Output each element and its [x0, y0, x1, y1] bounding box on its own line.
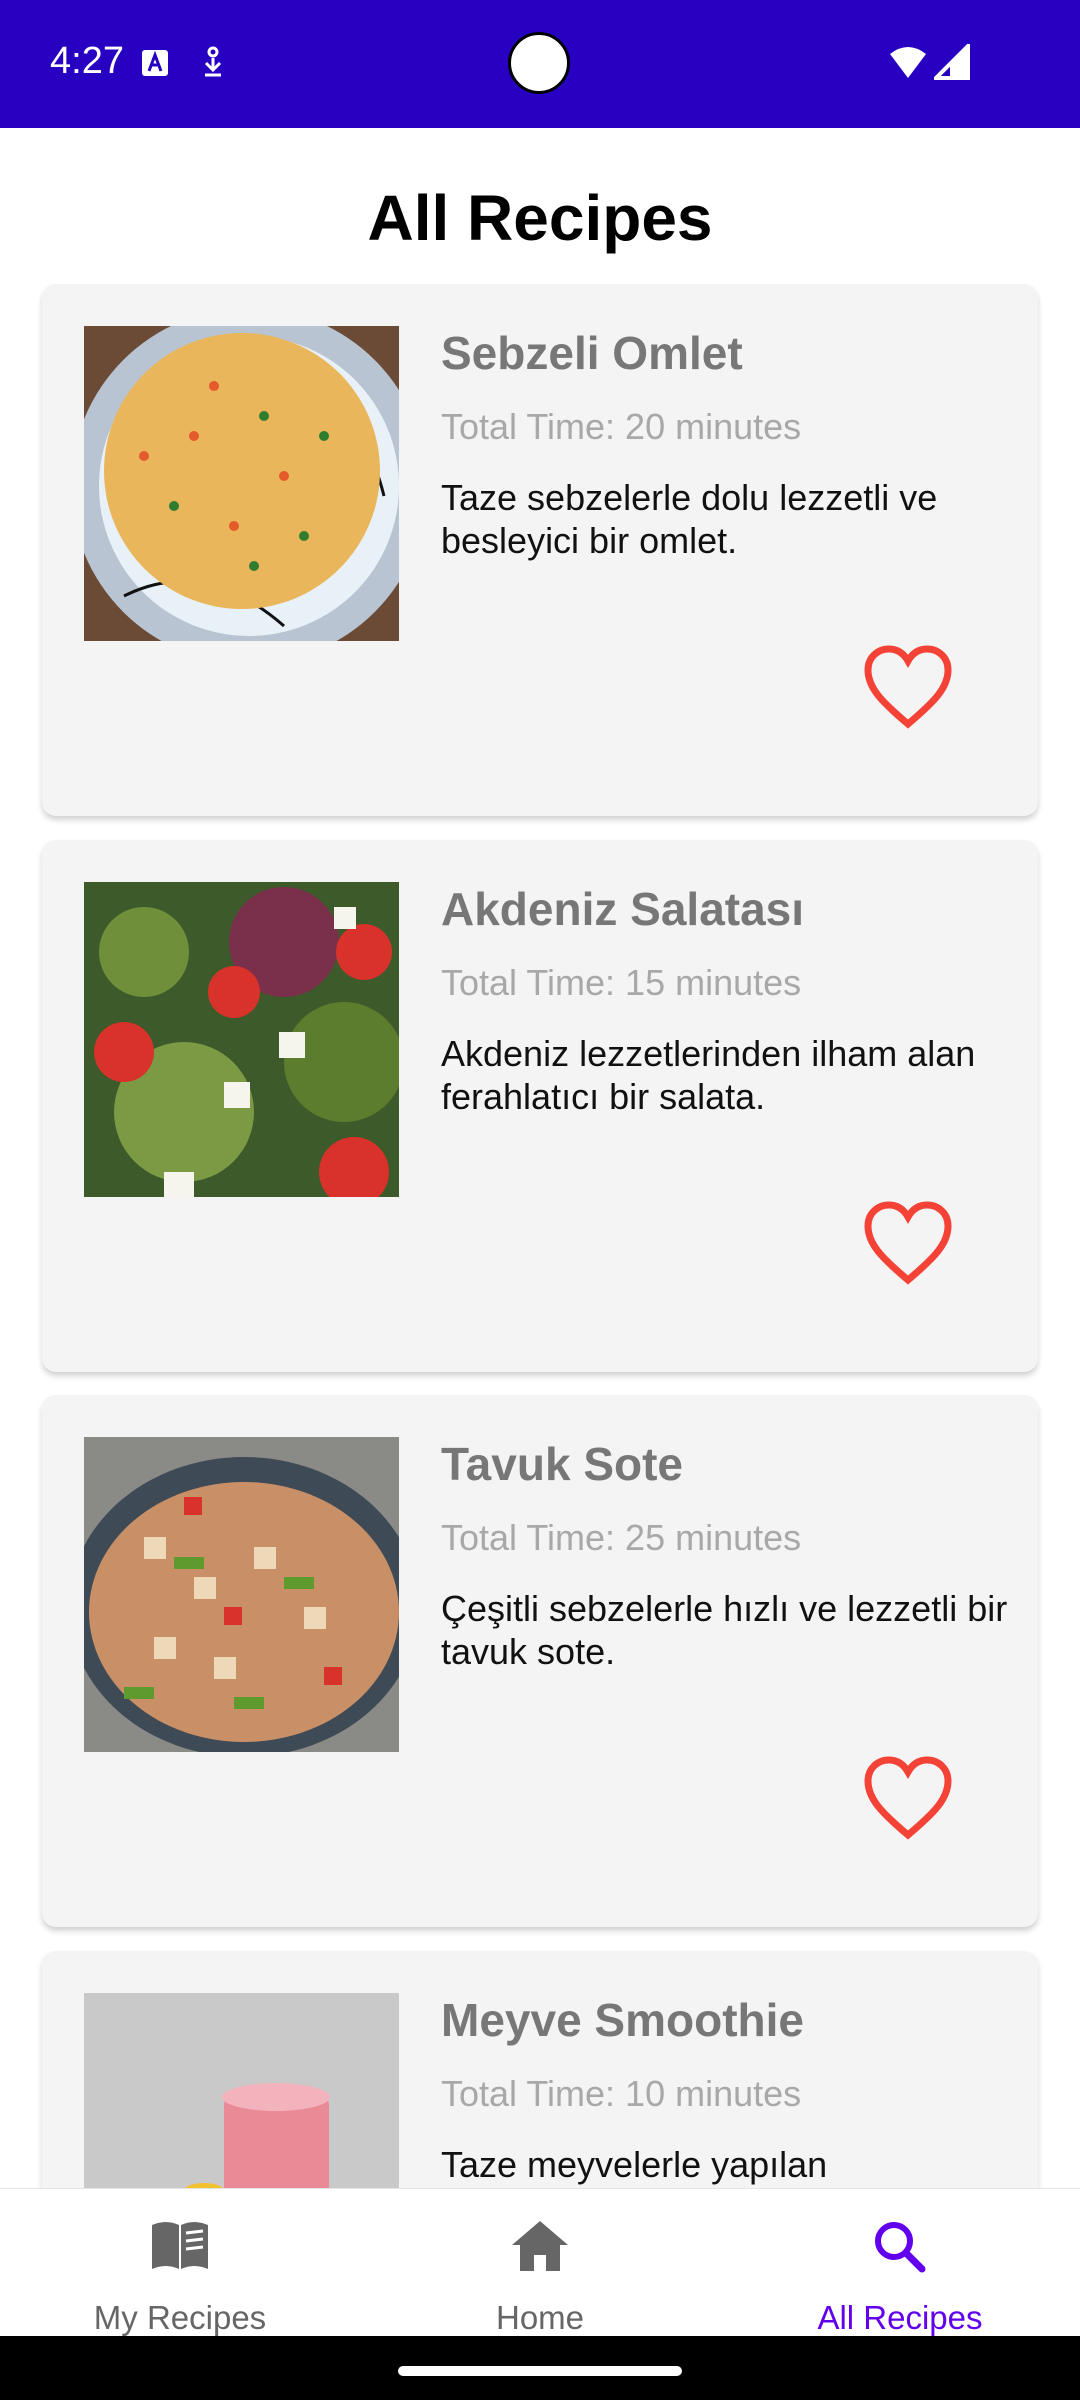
heart-icon[interactable]: [862, 1200, 954, 1286]
nav-home[interactable]: Home: [360, 2189, 720, 2337]
recipe-time: Total Time: 20 minutes: [441, 406, 802, 447]
camera-cutout: [508, 32, 570, 94]
recipe-time: Total Time: 15 minutes: [441, 962, 802, 1003]
recipe-title: Sebzeli Omlet: [441, 327, 743, 379]
recipe-card[interactable]: Sebzeli Omlet Total Time: 20 minutes Taz…: [42, 284, 1038, 816]
recipe-card[interactable]: Meyve Smoothie Total Time: 10 minutes Ta…: [42, 1951, 1038, 2188]
page-title: All Recipes: [367, 182, 713, 254]
recipe-image: [84, 1993, 399, 2188]
recipe-time: Total Time: 10 minutes: [441, 2073, 802, 2114]
recipe-description: Taze meyvelerle yapılan: [441, 2144, 828, 2185]
search-icon: [875, 2222, 926, 2273]
wifi-icon: [890, 47, 926, 78]
signal-icon: [934, 44, 970, 80]
nav-label: My Recipes: [93, 2299, 267, 2336]
heart-icon[interactable]: [862, 1755, 954, 1841]
nav-label: Home: [495, 2299, 585, 2336]
bottom-navigation: My Recipes Home All Recipes: [0, 2188, 1080, 2337]
nav-my-recipes[interactable]: My Recipes: [0, 2189, 360, 2337]
nav-all-recipes[interactable]: All Recipes: [720, 2189, 1080, 2337]
book-icon: [152, 2222, 208, 2269]
recipe-card[interactable]: Akdeniz Salatası Total Time: 15 minutes …: [42, 840, 1038, 1372]
recipe-card[interactable]: Tavuk Sote Total Time: 25 minutes Çeşitl…: [42, 1395, 1038, 1927]
home-icon: [512, 2221, 568, 2271]
recipe-description: Taze sebzelerle dolu lezzetli ve besleyi…: [441, 477, 938, 561]
recipe-description: Akdeniz lezzetlerinden ilham alan ferahl…: [441, 1033, 976, 1117]
recipe-list[interactable]: Sebzeli Omlet Total Time: 20 minutes Taz…: [0, 284, 1080, 2188]
download-notification-icon: [204, 46, 222, 77]
recipe-image: [84, 882, 399, 1197]
status-bar: 4:27: [0, 0, 1080, 128]
gesture-bar: [0, 2336, 1080, 2400]
recipe-time: Total Time: 25 minutes: [441, 1517, 802, 1558]
status-time: 4:27: [50, 40, 124, 82]
recipe-title: Meyve Smoothie: [441, 1994, 804, 2046]
recipe-title: Tavuk Sote: [441, 1438, 683, 1490]
recipe-image: [84, 326, 399, 641]
recipe-title: Akdeniz Salatası: [441, 883, 805, 935]
nav-label: All Recipes: [817, 2299, 983, 2336]
home-handle[interactable]: [398, 2366, 682, 2376]
text-notification-icon: [142, 50, 168, 76]
heart-icon[interactable]: [862, 644, 954, 730]
recipe-image: [84, 1437, 399, 1752]
recipe-description: Çeşitli sebzelerle hızlı ve lezzetli bir…: [441, 1588, 1008, 1672]
